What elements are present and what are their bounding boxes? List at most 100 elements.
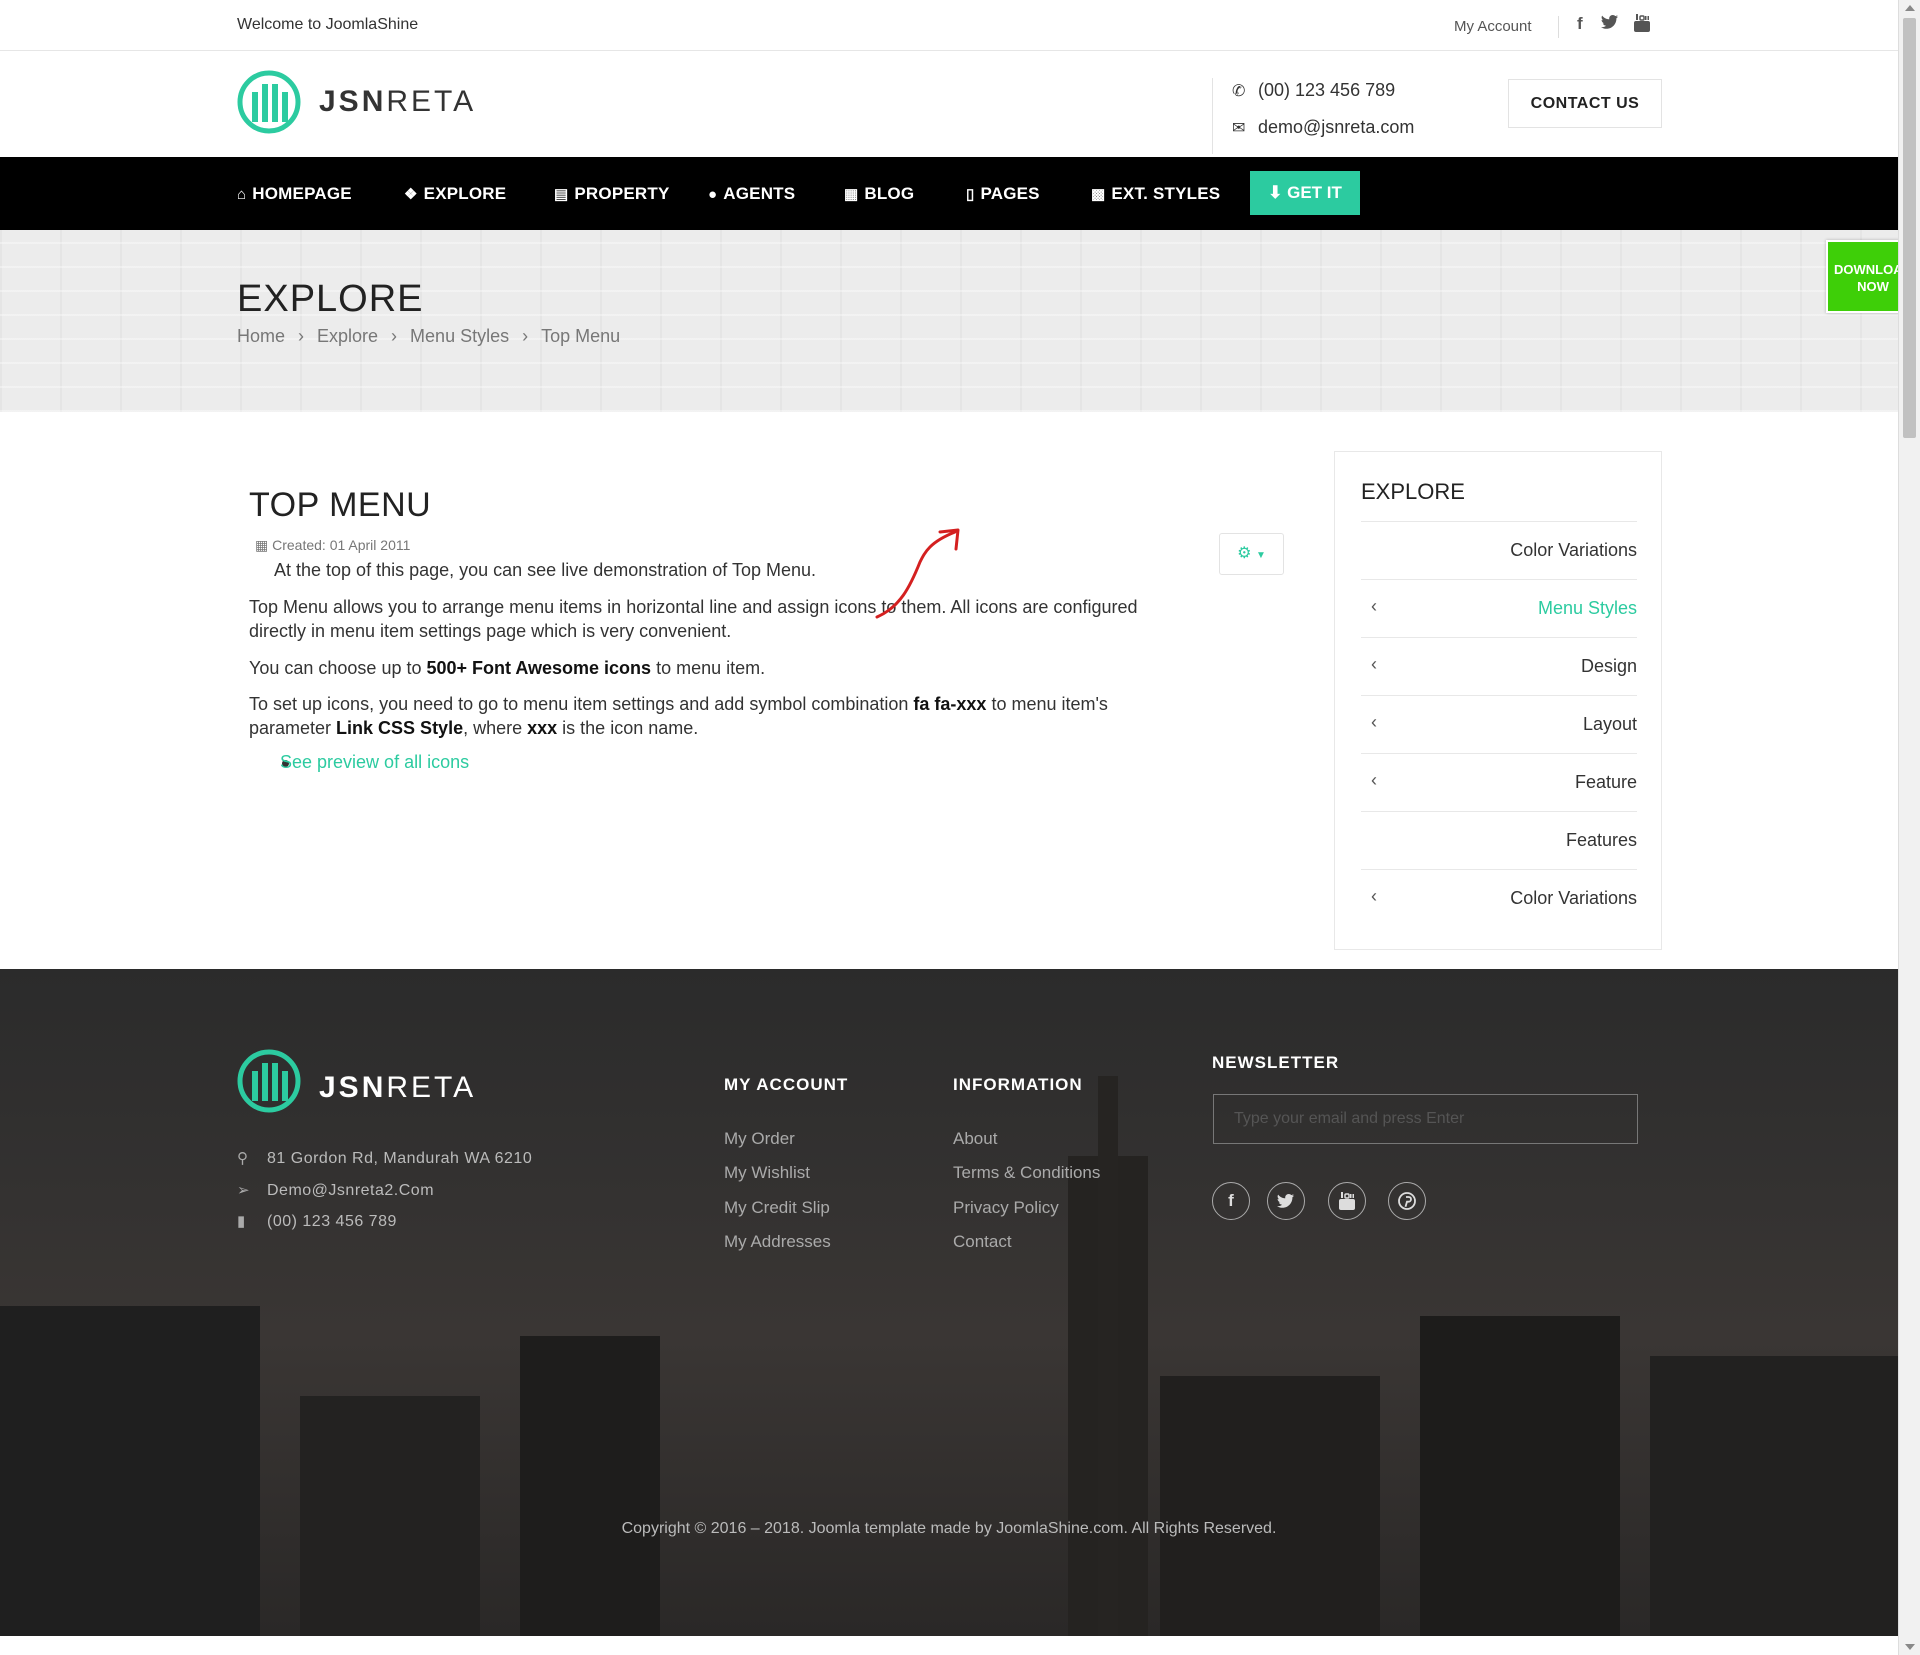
breadcrumb-home[interactable]: Home [237,326,285,347]
nav-item-homepage[interactable]: ⌂ HOMEPAGE [237,157,352,230]
youtube-icon[interactable] [1328,1182,1366,1220]
sidebar-item-menu-styles[interactable]: ‹ Menu Styles [1361,579,1637,637]
sidebar-explore: EXPLORE Color Variations ‹ Menu Styles ‹ D… [1334,451,1662,950]
footer-link[interactable]: My Credit Slip [724,1198,830,1218]
scroll-down-icon[interactable] [1905,1644,1915,1650]
sidebar-item-feature[interactable]: ‹ Feature [1361,753,1637,811]
nav-label: BLOG [864,184,915,203]
footer-address: ⚲ 81 Gordon Rd, Mandurah WA 6210 [237,1149,532,1168]
sidebar-menu: Color Variations ‹ Menu Styles ‹ Design ‹ L… [1361,521,1637,927]
sidebar-item-label: Design [1580,656,1637,676]
get-it-button[interactable]: ⬇ GET IT [1250,171,1360,215]
map-marker-icon: ⚲ [237,1150,249,1167]
chevron-left-icon[interactable]: ‹ [1371,654,1377,675]
nav-item-explore[interactable]: ❖ EXPLORE [404,157,506,230]
top-bar: Welcome to JoomlaShine My Account f [0,0,1898,51]
sidebar-item-features[interactable]: Features [1361,811,1637,869]
text-bold: 500+ Font Awesome icons [426,658,652,678]
text-line: directly in menu item settings page whic… [249,621,732,641]
skyline-building [300,1396,480,1636]
breadcrumb-current: Top Menu [541,326,621,346]
footer-link[interactable]: My Wishlist [724,1163,810,1183]
twitter-icon[interactable] [1267,1182,1305,1220]
text-run: to menu item's [986,694,1108,714]
text-bold: xxx [527,718,558,738]
skyline-building [1098,1076,1118,1636]
chevron-left-icon[interactable]: ‹ [1371,886,1377,907]
sidebar-item-label: Menu Styles [1537,598,1637,618]
skyline-building [1160,1376,1380,1636]
sidebar-item-color-variations[interactable]: Color Variations [1361,521,1637,579]
nav-label: HOMEPAGE [252,184,352,203]
footer-link[interactable]: About [953,1129,997,1149]
footer-heading-newsletter: NEWSLETTER [1212,1053,1340,1072]
breadcrumb-explore[interactable]: Explore [317,326,378,347]
youtube-icon[interactable] [1634,14,1650,37]
preview-icons-link[interactable]: See preview of all icons [280,752,469,773]
footer-link[interactable]: Contact [953,1232,1012,1252]
page-scrollbar[interactable] [1898,0,1920,1655]
newsletter-email-input[interactable] [1213,1094,1638,1144]
article-created: ▦ Created: 01 April 2011 [255,537,410,554]
download-label: NOW [1857,279,1889,294]
nav-item-property[interactable]: ▤ PROPERTY [554,157,670,230]
logo-icon[interactable] [237,70,301,139]
skyline-building [1420,1316,1620,1636]
text-run: , where [463,718,528,738]
email-text: Demo@Jsnreta2.Com [267,1182,435,1199]
footer-heading-information: INFORMATION [953,1075,1083,1094]
facebook-icon[interactable]: f [1212,1182,1250,1220]
home-icon: ⌂ [237,186,247,203]
header-email[interactable]: ✉ demo@jsnreta.com [1232,117,1414,138]
calendar-icon: ▦ [255,537,273,553]
footer-logo-text[interactable]: JSNRETA [319,1071,476,1105]
twitter-icon[interactable] [1601,14,1619,35]
page-title: EXPLORE [237,278,424,320]
page: Welcome to JoomlaShine My Account f JSNR… [0,0,1920,1655]
logo-bold: JSN [319,85,387,118]
logo-light: RETA [386,85,477,118]
footer-email[interactable]: ➢ Demo@Jsnreta2.Com [237,1181,434,1200]
scrollbar-thumb[interactable] [1903,18,1916,438]
facebook-icon[interactable]: f [1577,14,1583,34]
nav-item-pages[interactable]: ▯ PAGES [966,157,1040,230]
chevron-left-icon[interactable]: ‹ [1371,770,1377,791]
sidebar-item-design[interactable]: ‹ Design [1361,637,1637,695]
chevron-left-icon[interactable]: ‹ [1371,712,1377,733]
pinterest-icon[interactable] [1388,1182,1426,1220]
phone-icon: ✆ [1232,83,1246,100]
welcome-text: Welcome to JoomlaShine [237,16,419,33]
skyline-building [0,1306,260,1636]
logo-text[interactable]: JSNRETA [319,85,476,119]
header-phone: ✆ (00) 123 456 789 [1232,80,1395,101]
scroll-up-icon[interactable] [1905,5,1915,11]
sidebar-item-color-variations-2[interactable]: ‹ Color Variations [1361,869,1637,927]
footer-link[interactable]: Terms & Conditions [953,1163,1100,1183]
footer-link[interactable]: My Addresses [724,1232,831,1252]
sidebar-item-label: Feature [1574,772,1637,792]
nav-item-ext-styles[interactable]: ▩ EXT. STYLES [1091,157,1220,230]
sidebar-item-label: Layout [1582,714,1637,734]
sidebar-item-label: Color Variations [1510,888,1637,908]
nav-item-blog[interactable]: ▦ BLOG [844,157,914,230]
file-icon: ▯ [966,186,975,203]
footer-logo-icon[interactable] [237,1049,301,1118]
header-divider [1212,78,1213,154]
my-account-link[interactable]: My Account [1454,18,1532,35]
article-paragraph: You can choose up to 500+ Font Awesome i… [249,656,1249,680]
footer-heading-my-account: MY ACCOUNT [724,1075,849,1094]
footer-link[interactable]: Privacy Policy [953,1198,1059,1218]
phone-text: (00) 123 456 789 [267,1213,397,1230]
paper-plane-icon: ➢ [237,1182,251,1199]
breadcrumb-separator-icon: › [298,326,305,346]
chevron-left-icon[interactable]: ‹ [1371,596,1377,617]
newspaper-icon: ▦ [844,186,859,203]
article-paragraph: To set up icons, you need to go to menu … [249,692,1249,740]
footer-link[interactable]: My Order [724,1129,795,1149]
breadcrumb-menu-styles[interactable]: Menu Styles [410,326,509,347]
nav-item-agents[interactable]: ● AGENTS [708,157,795,230]
contact-us-button[interactable]: CONTACT US [1508,79,1662,128]
divider [1558,16,1559,38]
text-run: to menu item. [651,658,766,678]
sidebar-item-layout[interactable]: ‹ Layout [1361,695,1637,753]
